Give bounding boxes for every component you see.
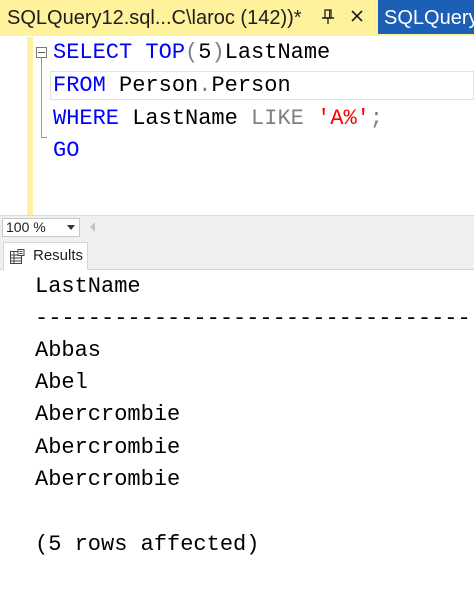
close-icon[interactable] <box>350 9 364 23</box>
code-token-operator: ( <box>185 40 199 65</box>
code-token-keyword: FROM <box>53 73 106 98</box>
code-line-2[interactable]: FROM Person.Person <box>53 71 291 101</box>
result-row: Abercrombie <box>35 402 181 427</box>
code-token-text: 5 <box>198 40 212 65</box>
outline-collapse-icon[interactable] <box>36 47 47 58</box>
results-grid-icon <box>9 249 25 265</box>
code-token-string: 'A%' <box>317 106 370 131</box>
code-token-text: LastName <box>224 40 331 65</box>
tab-results[interactable]: Results <box>3 242 88 270</box>
results-tab-label: Results <box>33 247 84 264</box>
tab-underline <box>0 34 474 36</box>
zoom-dropdown[interactable]: 100 % <box>2 218 80 237</box>
zoom-value: 100 % <box>6 219 46 235</box>
code-token-operator: ) <box>211 40 225 65</box>
code-line-4[interactable]: GO <box>53 136 79 166</box>
code-line-3[interactable]: WHERE LastName LIKE 'A%'; <box>53 104 383 134</box>
rows-affected-message: (5 rows affected) <box>35 532 260 557</box>
result-row: Abercrombie <box>35 467 181 492</box>
tab-title: SQLQuery12.sql...C\laroc (142))* <box>7 7 302 29</box>
query-editor[interactable]: SELECT TOP(5)LastName FROM Person.Person… <box>0 37 474 215</box>
code-token-operator: . <box>198 73 212 98</box>
pin-icon[interactable] <box>321 8 335 26</box>
tab-title: SQLQuery <box>384 7 474 29</box>
result-row: Abel <box>35 370 88 395</box>
column-header: LastName <box>35 274 141 299</box>
outline-guide-end <box>41 137 47 138</box>
chevron-down-icon <box>67 225 75 230</box>
result-row: Abbas <box>35 338 102 363</box>
code-token-keyword: WHERE <box>53 106 120 131</box>
outline-guide <box>41 58 42 138</box>
code-token-keyword: SELECT <box>53 40 133 65</box>
results-pane[interactable]: LastName -------------------------------… <box>0 270 474 594</box>
change-tracking-bar <box>27 37 33 215</box>
results-tab-strip: Results <box>0 240 474 270</box>
editor-gutter <box>0 37 29 215</box>
column-separator: ----------------------------------------… <box>35 306 474 331</box>
zoom-bar: 100 % <box>0 215 474 241</box>
result-row: Abercrombie <box>35 435 181 460</box>
code-token-keyword: GO <box>53 138 80 163</box>
code-token-text: LastName <box>119 106 252 131</box>
document-tab-strip: SQLQuery12.sql...C\laroc (142))* SQLQuer… <box>0 0 474 36</box>
code-token-text: Person <box>105 73 199 98</box>
code-token-operator: LIKE <box>251 106 304 131</box>
scroll-left-icon[interactable] <box>90 222 95 232</box>
tab-sqlquery-other[interactable]: SQLQuery <box>378 0 474 36</box>
code-token-operator: ; <box>369 106 384 131</box>
code-line-1[interactable]: SELECT TOP(5)LastName <box>53 38 330 68</box>
code-token-text: Person <box>211 73 291 98</box>
tab-sqlquery12[interactable]: SQLQuery12.sql...C\laroc (142))* <box>0 0 378 36</box>
code-token-keyword: TOP <box>132 40 186 65</box>
